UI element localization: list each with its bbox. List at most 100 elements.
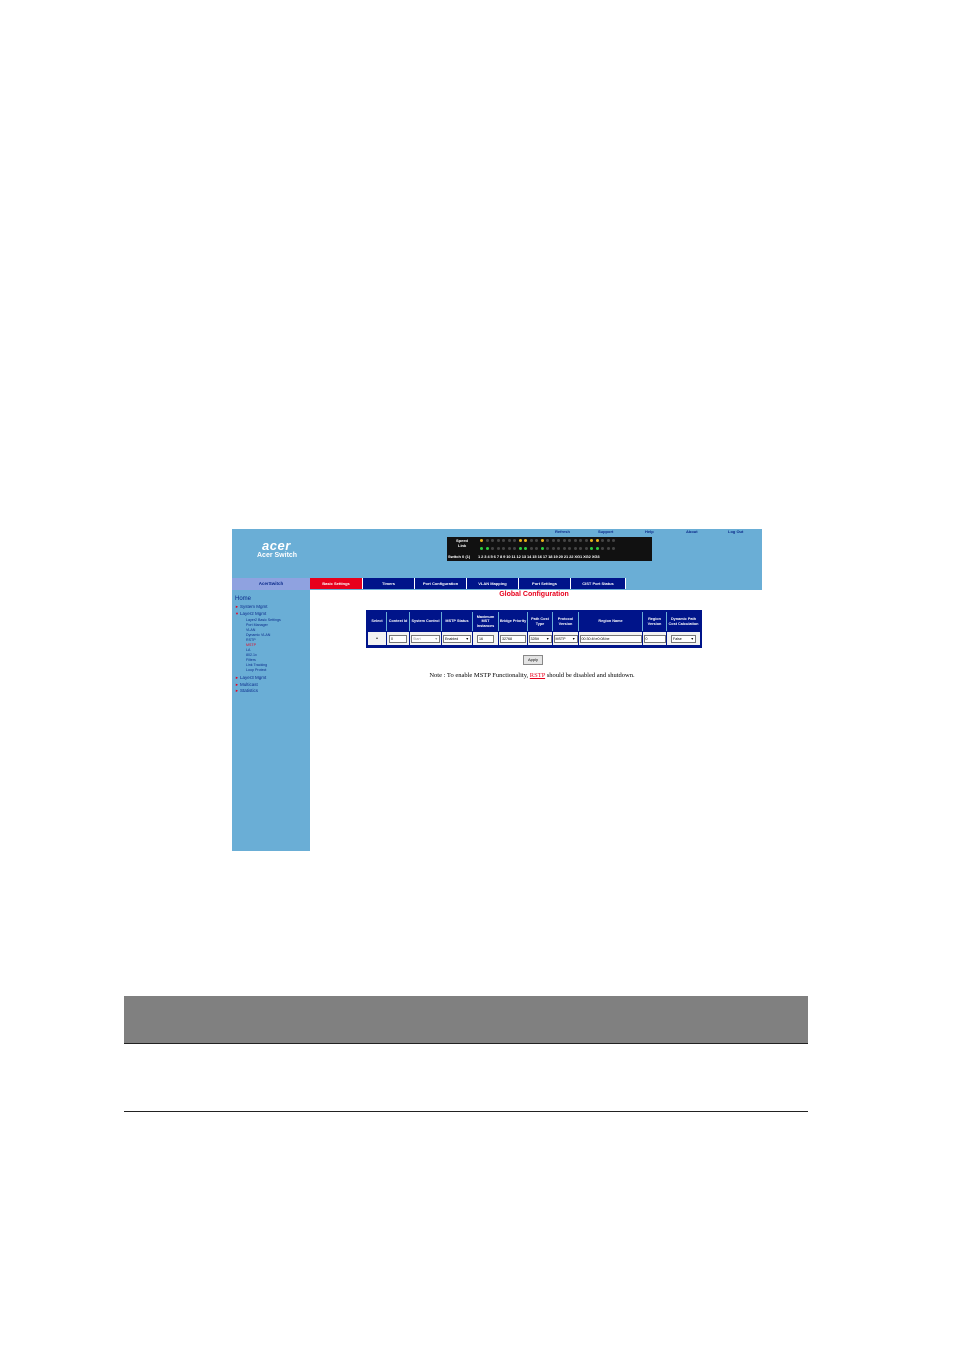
port-led	[535, 547, 538, 550]
port-led	[573, 539, 577, 542]
global-configuration-table: Select Context Id System Control MSTP St…	[366, 610, 702, 648]
port-led	[612, 547, 615, 550]
port-led	[601, 539, 604, 542]
dropdown-arrow-icon: ▼	[434, 636, 438, 641]
port-led	[513, 539, 516, 542]
link-label: Link	[458, 543, 467, 548]
port-led	[595, 539, 599, 542]
tab-cist-port-status[interactable]: CIST Port Status	[571, 578, 626, 589]
sidebar-item-filters[interactable]: Filters	[246, 658, 256, 662]
sidebar-nav: Home ►System Mgmt ▼Layer2 Mgmt Layer2 Ba…	[232, 590, 310, 851]
path-cost-type-select[interactable]: 32Bit ▼	[528, 634, 552, 643]
port-led	[606, 547, 610, 550]
page-title: Global Configuration	[499, 591, 569, 598]
port-led	[568, 539, 571, 542]
port-led	[485, 547, 489, 550]
expand-arrow-icon: ►	[235, 688, 239, 693]
tab-port-settings[interactable]: Port Settings	[519, 578, 571, 589]
port-led	[557, 539, 560, 542]
port-led	[496, 539, 500, 542]
bridge-priority-cell: 32768	[499, 632, 528, 645]
port-led	[551, 539, 555, 542]
region-name-field[interactable]: 00:30:4f:e0:08:be	[579, 634, 642, 643]
sidebar-item-system-mgmt[interactable]: ►System Mgmt	[235, 604, 267, 609]
bridge-priority-field[interactable]: 32768	[500, 634, 526, 643]
sidebar-item-label: Statistics	[239, 688, 258, 693]
port-led	[590, 547, 593, 550]
port-led	[518, 539, 522, 542]
mstp-status-value: Enabled	[445, 636, 459, 641]
dynamic-path-cost-select[interactable]: False ▼	[671, 634, 696, 643]
header-system-control: System Control	[410, 612, 442, 631]
sidebar-item-port-manager[interactable]: Port Manager	[246, 623, 268, 627]
port-led	[507, 547, 511, 550]
sidebar-item-statistics[interactable]: ►Statistics	[235, 688, 258, 693]
sidebar-item-layer2-basic-settings[interactable]: Layer2 Basic Settings	[246, 618, 281, 622]
dropdown-arrow-icon: ▼	[572, 636, 576, 641]
tab-basic-settings[interactable]: Basic Settings	[310, 578, 363, 589]
dynamic-path-cost-value: False	[673, 636, 682, 641]
speed-led-row	[480, 539, 615, 543]
port-led	[480, 547, 483, 550]
apply-button[interactable]: Apply	[523, 655, 543, 665]
dynamic-path-cost-cell: False ▼	[667, 632, 700, 645]
tab-port-configuration[interactable]: Port Configuration	[415, 578, 467, 589]
port-numbers: 1 2 3 4 5 6 7 8 9 10 11 12 13 14 15 16 1…	[478, 554, 600, 559]
port-led	[590, 539, 593, 542]
port-led	[518, 547, 522, 550]
context-id-field[interactable]: 0	[389, 634, 407, 643]
link-led-row	[480, 547, 615, 551]
region-version-field[interactable]: 0	[643, 634, 666, 643]
sidebar-item-loop-protect[interactable]: Loop Protect	[246, 668, 266, 672]
tab-timers[interactable]: Timers	[363, 578, 415, 589]
logout-link[interactable]: Log Out	[728, 529, 743, 535]
port-led	[584, 539, 588, 542]
sidebar-item-rstp[interactable]: RSTP	[246, 638, 256, 642]
port-led	[606, 539, 610, 542]
tab-bar: AcerSwitch Basic Settings Timers Port Co…	[232, 578, 762, 590]
help-link[interactable]: Help	[645, 529, 654, 535]
max-instances-field[interactable]: 16	[477, 634, 494, 643]
mstp-status-select[interactable]: Enabled ▼	[443, 634, 471, 643]
tab-vlan-mapping[interactable]: VLAN Mapping	[467, 578, 519, 589]
sidebar-item-vlan[interactable]: VLAN	[246, 628, 255, 632]
table-divider	[124, 1043, 808, 1044]
port-led	[496, 547, 500, 550]
sidebar-item-label: Multicast	[239, 682, 258, 687]
sidebar-item-8021x[interactable]: 802.1x	[246, 653, 257, 657]
port-led	[568, 547, 571, 550]
select-radio[interactable]: •	[376, 636, 378, 642]
protocol-version-select[interactable]: MSTP ▼	[553, 634, 578, 643]
product-name: Acer Switch	[257, 552, 298, 559]
port-led	[529, 539, 533, 542]
protocol-version-value: MSTP	[555, 636, 566, 641]
header-dynamic-path-cost: Dynamic Path Cost Calculation	[668, 617, 699, 626]
sidebar-item-mstp[interactable]: MSTP	[246, 643, 256, 647]
port-led	[573, 547, 577, 550]
dropdown-arrow-icon: ▼	[465, 636, 469, 641]
port-led	[524, 547, 527, 550]
sidebar-item-layer3-mgmt[interactable]: ►Layer3 Mgmt	[235, 675, 266, 680]
note-text: Note : To enable MSTP Functionality, RST…	[310, 672, 754, 679]
sidebar-item-link-tracking[interactable]: Link Tracking	[246, 663, 267, 667]
table-divider	[124, 1111, 808, 1112]
port-led	[502, 547, 505, 550]
sidebar-item-label: Layer2 Mgmt	[239, 611, 267, 616]
system-control-select[interactable]: Start ▼	[411, 634, 440, 643]
sidebar-item-la[interactable]: LA	[246, 648, 250, 652]
sidebar-item-multicast[interactable]: ►Multicast	[235, 682, 258, 687]
about-link[interactable]: About	[686, 529, 698, 535]
sidebar-item-dynamic-vlan[interactable]: Dynamic VLAN	[246, 633, 270, 637]
refresh-link[interactable]: Refresh	[555, 529, 570, 535]
header-select: Select	[368, 612, 387, 631]
port-led	[513, 547, 516, 550]
sidebar-item-layer2-mgmt[interactable]: ▼Layer2 Mgmt	[235, 611, 266, 616]
sidebar-item-home[interactable]: Home	[235, 596, 251, 602]
port-led	[557, 547, 560, 550]
port-status-panel: Speed Link Switch 0 (1) 1 2 3 4 5 6 7 8 …	[447, 537, 652, 561]
support-link[interactable]: Support	[598, 529, 613, 535]
rstp-link[interactable]: RSTP	[530, 672, 545, 679]
port-led	[507, 539, 511, 542]
header-region-version: Region Version	[643, 612, 667, 631]
unit-label: Switch 0 (1)	[448, 554, 471, 559]
